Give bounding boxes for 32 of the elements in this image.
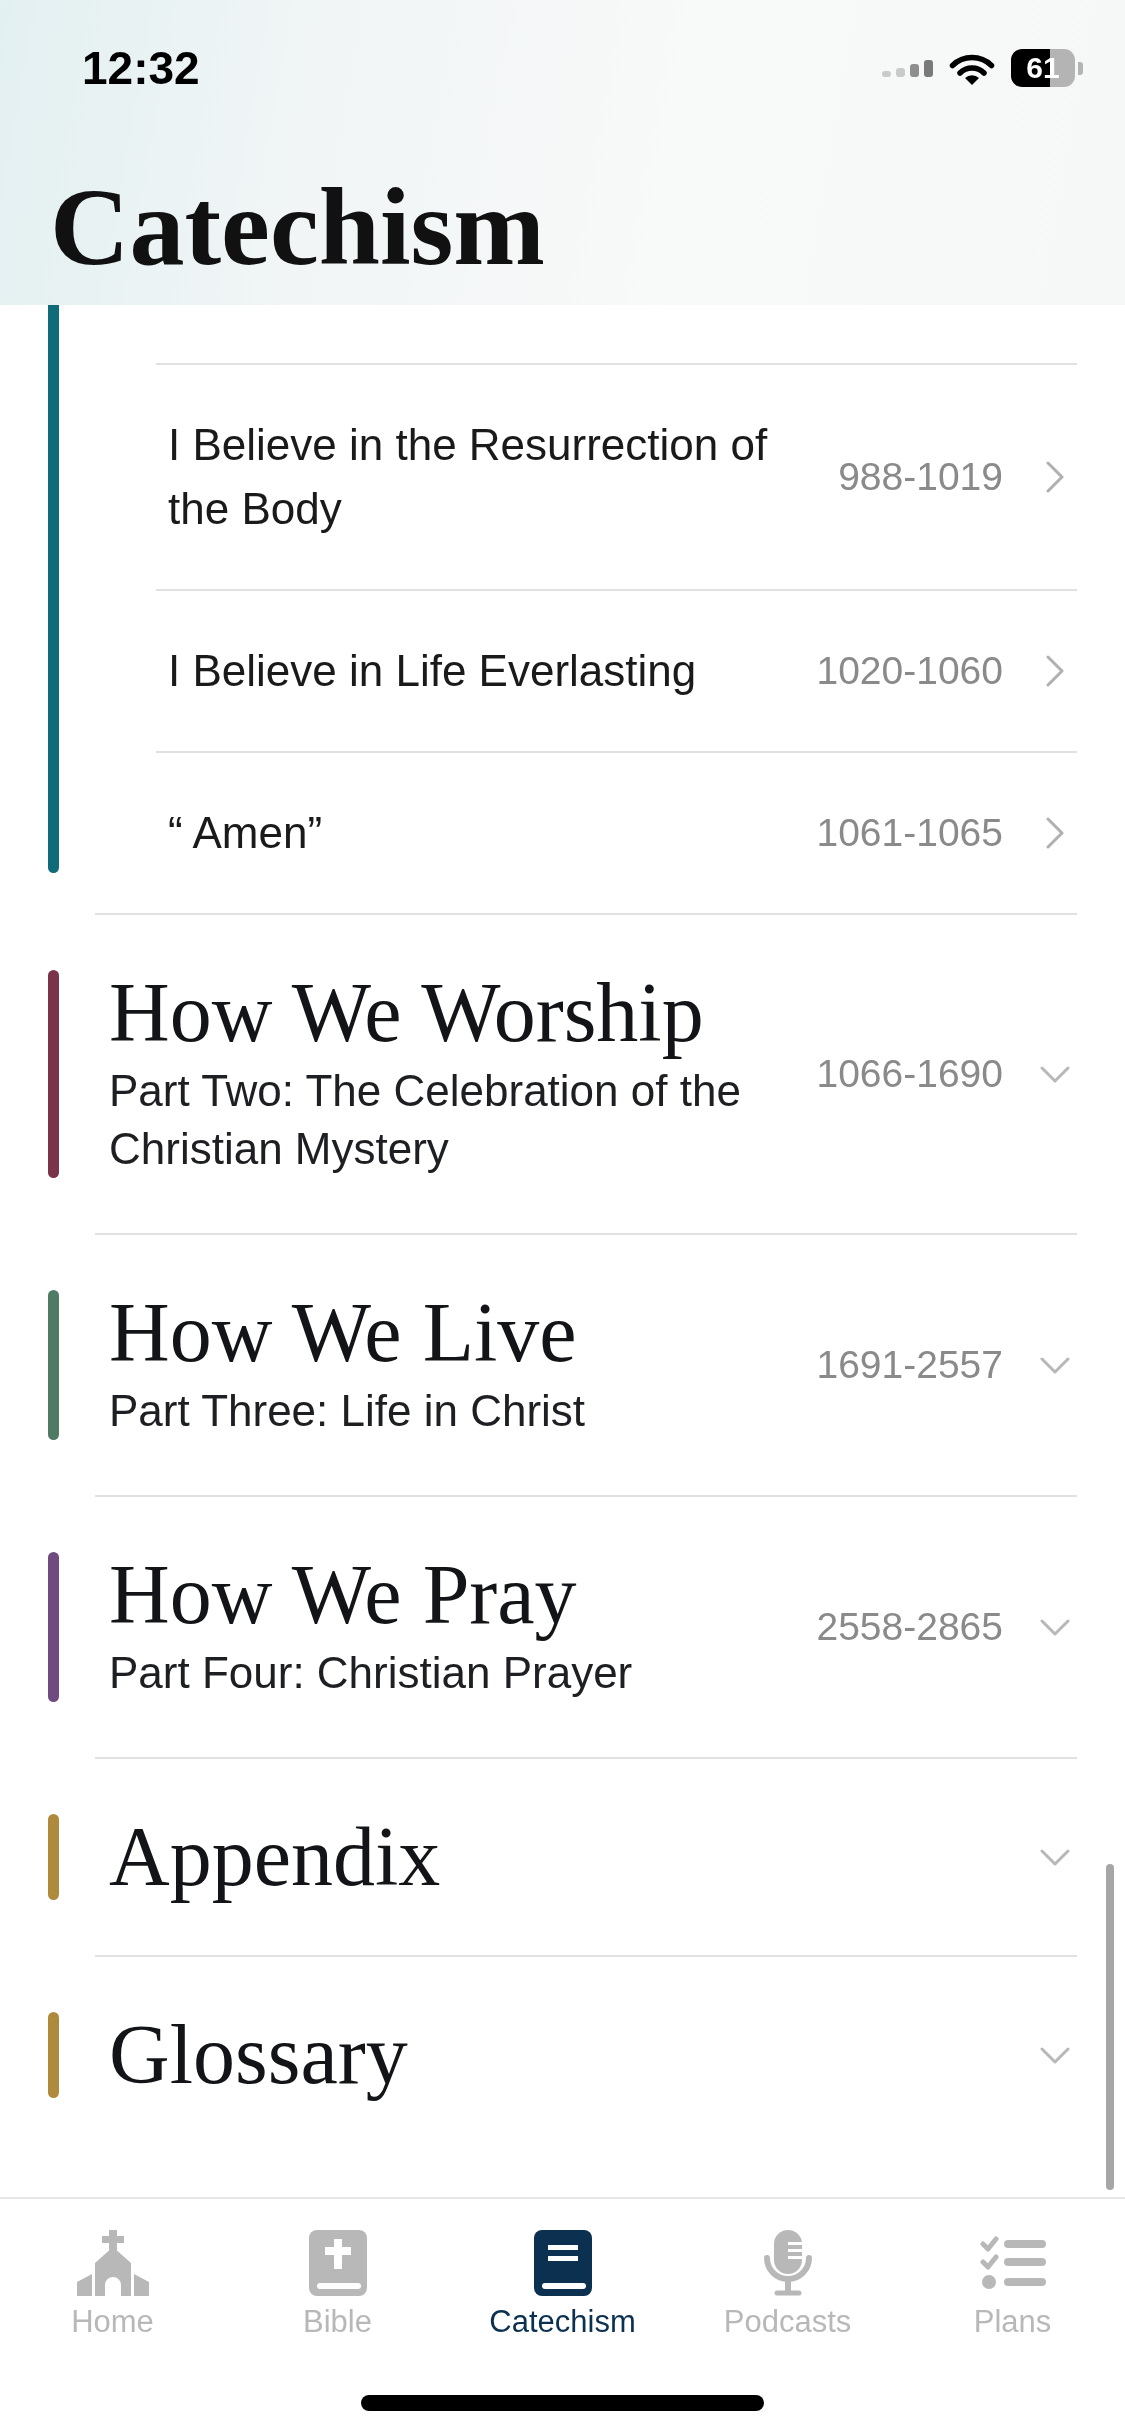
chevron-down-icon[interactable] (1040, 1065, 1070, 1083)
page-title: Catechism (50, 172, 546, 282)
chevron-down-icon[interactable] (1040, 1848, 1070, 1866)
book-cross-icon (308, 2230, 367, 2296)
section-subtitle: Part Two: The Celebration of the Christian Mystery (109, 1065, 742, 1175)
paragraph-range: 1061-1065 (815, 810, 1003, 856)
checklist-icon (979, 2236, 1046, 2290)
paragraph-range: 2558-2865 (815, 1604, 1003, 1650)
status-time: 12:32 (82, 45, 200, 91)
chapter-title: “ Amen” (168, 807, 324, 859)
section-title: How We Live (109, 1290, 578, 1376)
section-subtitle: Part Three: Life in Christ (109, 1385, 587, 1437)
signal-icon (882, 59, 933, 77)
tab-button[interactable]: Catechism (450, 2230, 675, 2340)
chapter-item[interactable]: I Believe in Life Everlasting 1020-1060 (156, 589, 1077, 751)
chapter-title: I Believe in the Resurrection of the Body (168, 419, 769, 535)
microphone-icon (763, 2230, 812, 2296)
paragraph-range: 1020-1060 (815, 648, 1003, 694)
church-icon (76, 2230, 149, 2296)
paragraph-range: 988-1019 (837, 454, 1003, 500)
chevron-right-icon (1046, 817, 1064, 849)
chapter-title: I Believe in Life Everlasting (168, 645, 698, 697)
chevron-down-icon[interactable] (1040, 1356, 1070, 1374)
chevron-right-icon (1046, 655, 1064, 687)
book-icon (533, 2230, 592, 2296)
chapter-item[interactable]: I Believe in the Resurrection of the Body 988-1019 (156, 363, 1077, 589)
chevron-down-icon[interactable] (1040, 1618, 1070, 1636)
paragraph-range: 1066-1690 (815, 1051, 1003, 1097)
section-subtitle: Part Four: Christian Prayer (109, 1647, 634, 1699)
chevron-down-icon[interactable] (1040, 2046, 1070, 2064)
paragraph-range: 1691-2557 (815, 1342, 1003, 1388)
chevron-right-icon (1046, 461, 1064, 493)
